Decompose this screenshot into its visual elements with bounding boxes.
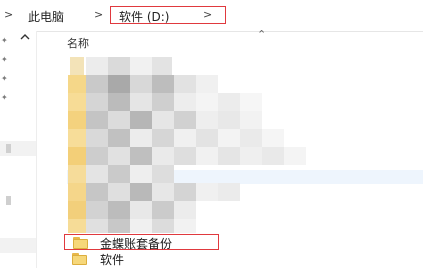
nav-item-marker [6,144,11,153]
list-item-folder[interactable]: 金蝶账套备份 [64,234,219,251]
address-bar[interactable]: > 此电脑 > 软件 (D:) > [0,0,423,32]
breadcrumb-chevron-icon[interactable]: > [4,8,13,21]
file-name: 软件 [100,253,125,267]
folder-icon [73,237,88,249]
folder-icon [72,253,87,265]
breadcrumb-current-drive[interactable]: 软件 (D:) > [110,6,226,24]
pin-icon: ✦ [1,74,8,83]
name-column-header[interactable]: 名称 [67,35,89,51]
navigation-pane[interactable]: ✦ ✦ ✦ ✦ [0,31,37,268]
file-name: 金蝶账套备份 [100,237,173,251]
nav-item-marker [6,196,11,205]
scroll-up-icon[interactable] [16,33,34,45]
file-list[interactable]: 名称 ⌃ 金蝶账套备份 软件 [37,28,423,268]
breadcrumb-current-label: 软件 (D:) [119,10,170,24]
breadcrumb-item-this-pc[interactable]: 此电脑 [28,8,64,25]
list-item-folder[interactable]: 软件 [64,251,219,267]
pin-icon: ✦ [1,55,8,64]
pin-icon: ✦ [1,36,8,45]
breadcrumb-chevron-icon[interactable]: > [203,8,212,21]
breadcrumb-chevron-icon[interactable]: > [94,8,103,21]
nav-item[interactable] [0,238,36,253]
sort-ascending-icon[interactable]: ⌃ [257,28,266,41]
pin-icon: ✦ [1,93,8,102]
